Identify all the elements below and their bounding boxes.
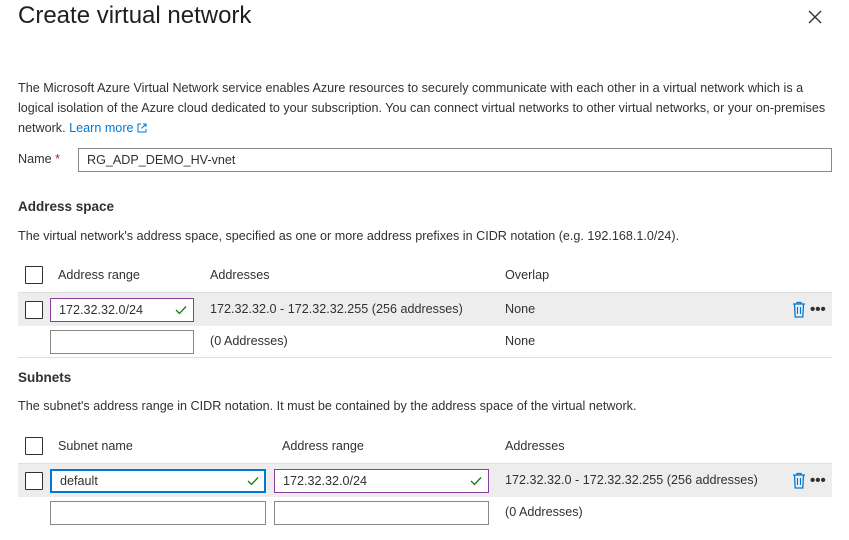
new-subnet-name-input[interactable] xyxy=(50,501,266,525)
trash-icon[interactable] xyxy=(792,301,806,318)
page-title: Create virtual network xyxy=(18,2,252,29)
subnet-select-all-checkbox[interactable] xyxy=(25,437,43,455)
subnet-addresses-cell: (0 Addresses) xyxy=(505,505,583,519)
intro-description: The Microsoft Azure Virtual Network serv… xyxy=(18,78,830,138)
subnets-description: The subnet's address range in CIDR notat… xyxy=(18,399,637,413)
close-icon[interactable] xyxy=(806,8,824,26)
column-header-addresses: Addresses xyxy=(505,439,565,453)
more-options-button[interactable]: ••• xyxy=(810,302,826,317)
subnet-row-checkbox[interactable] xyxy=(25,472,43,490)
address-space-description: The virtual network's address space, spe… xyxy=(18,229,680,243)
new-address-range-input[interactable] xyxy=(50,330,194,354)
subnets-heading: Subnets xyxy=(18,370,72,385)
learn-more-link[interactable]: Learn more xyxy=(69,121,147,135)
overlap-cell: None xyxy=(505,334,536,348)
new-subnet-address-range-input[interactable] xyxy=(274,501,489,525)
divider xyxy=(18,357,832,358)
address-select-all-checkbox[interactable] xyxy=(25,266,43,284)
address-row-checkbox[interactable] xyxy=(25,301,43,319)
valid-check-icon xyxy=(247,477,259,486)
column-header-subnet-name: Subnet name xyxy=(58,439,133,453)
external-link-icon xyxy=(137,123,147,133)
trash-icon[interactable] xyxy=(792,472,806,489)
address-range-input[interactable] xyxy=(50,298,194,322)
required-marker: * xyxy=(55,152,60,166)
address-space-heading: Address space xyxy=(18,199,115,214)
subnet-address-range-input[interactable] xyxy=(274,469,489,493)
column-header-overlap: Overlap xyxy=(505,268,550,282)
column-header-addresses: Addresses xyxy=(210,268,270,282)
more-options-button[interactable]: ••• xyxy=(810,473,826,488)
subnet-name-input[interactable] xyxy=(50,469,266,493)
name-input[interactable] xyxy=(78,148,832,172)
column-header-address-range: Address range xyxy=(58,268,140,282)
addresses-cell: (0 Addresses) xyxy=(210,334,288,348)
column-header-address-range: Address range xyxy=(282,439,364,453)
name-label: Name * xyxy=(18,152,60,166)
addresses-cell: 172.32.32.0 - 172.32.32.255 (256 address… xyxy=(210,302,463,316)
valid-check-icon xyxy=(175,306,187,315)
overlap-cell: None xyxy=(505,302,536,316)
valid-check-icon xyxy=(470,477,482,486)
subnet-addresses-cell: 172.32.32.0 - 172.32.32.255 (256 address… xyxy=(505,473,758,487)
